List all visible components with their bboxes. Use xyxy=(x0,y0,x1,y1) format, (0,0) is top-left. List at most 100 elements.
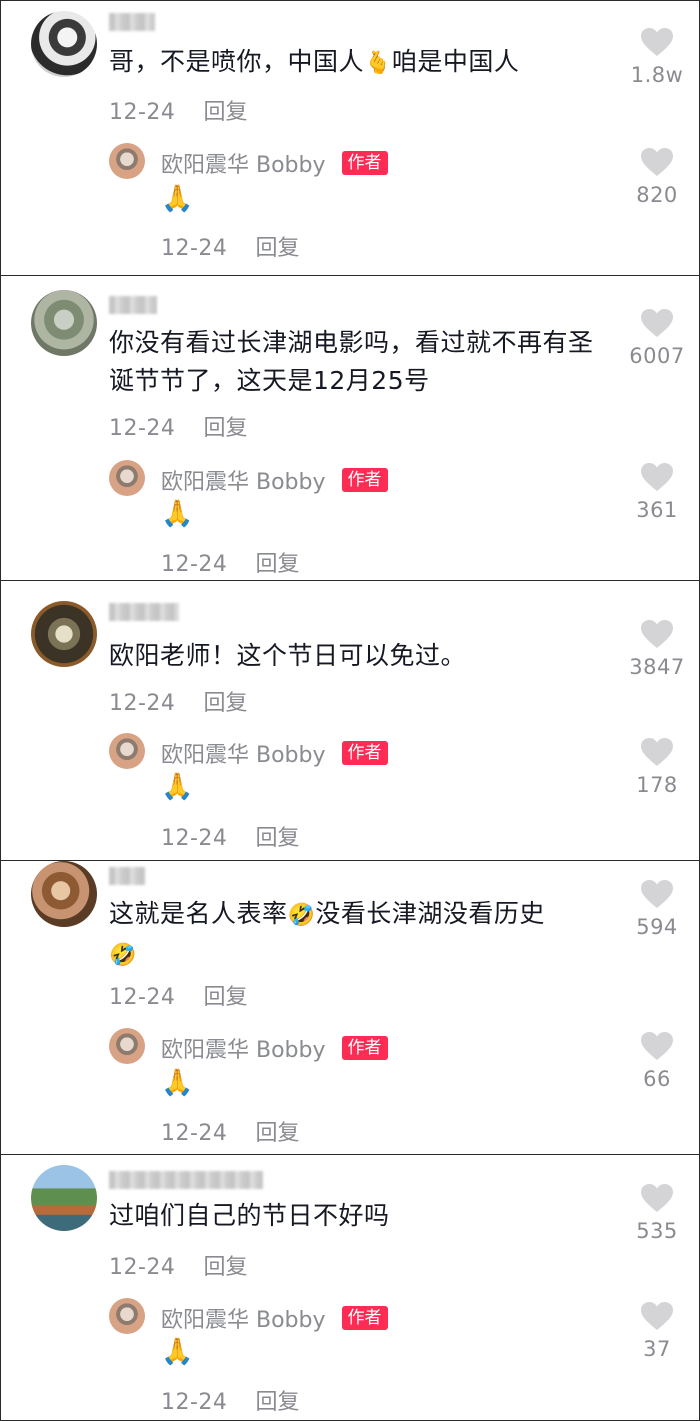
comment-text: 欧阳老师！这个节日可以免过。 xyxy=(109,641,467,670)
comment-meta: 12-24 回复 xyxy=(109,685,247,717)
heart-icon xyxy=(641,1302,673,1330)
avatar[interactable] xyxy=(31,1165,97,1231)
heart-icon xyxy=(641,148,673,176)
comment-date: 12-24 xyxy=(109,100,176,125)
reply-date: 12-24 xyxy=(161,236,228,261)
like-button[interactable]: 535 xyxy=(621,1183,693,1243)
reply-button[interactable]: 回复 xyxy=(203,94,247,126)
username[interactable] xyxy=(109,13,155,31)
heart-icon xyxy=(641,1184,673,1212)
pray-emoji-icon: 🙏 xyxy=(161,1068,194,1098)
author-name[interactable]: 欧阳震华 Bobby xyxy=(161,1032,326,1064)
like-button[interactable]: 178 xyxy=(621,737,693,797)
like-button[interactable]: 66 xyxy=(621,1031,693,1091)
comment-date: 12-24 xyxy=(109,691,176,716)
like-count: 594 xyxy=(636,915,678,939)
like-button[interactable]: 820 xyxy=(621,147,693,207)
pray-emoji-icon: 🙏 xyxy=(161,1337,194,1367)
author-badge: 作者 xyxy=(341,468,388,492)
comment-thread: 你没有看过长津湖电影吗，看过就不再有圣诞节节了，这天是12月25号 12-24 回… xyxy=(1,276,700,581)
like-count: 361 xyxy=(636,498,678,522)
pray-emoji-icon: 🙏 xyxy=(161,772,194,802)
reply-button[interactable]: 回复 xyxy=(203,410,247,442)
comment-list: 哥，不是喷你，中国人🫰咱是中国人 12-24 回复 1.8w 欧阳震华 Bobby… xyxy=(0,0,700,1421)
like-button[interactable]: 37 xyxy=(621,1301,693,1361)
comment-text: 你没有看过长津湖电影吗，看过就不再有圣诞节节了，这天是12月25号 xyxy=(109,328,594,395)
reply-meta: 12-24 回复 xyxy=(161,230,299,262)
author-avatar[interactable] xyxy=(109,733,145,769)
like-button[interactable]: 361 xyxy=(621,462,693,522)
reply-date: 12-24 xyxy=(161,1121,228,1146)
comment-thread: 这就是名人表率🤣没看长津湖没看历史 🤣 12-24 回复 594 欧阳震华 Bobb… xyxy=(1,861,700,1155)
pray-emoji-icon: 🙏 xyxy=(161,184,194,214)
heart-icon xyxy=(641,620,673,648)
reply-button[interactable]: 回复 xyxy=(255,546,299,578)
pray-emoji-icon: 🙏 xyxy=(161,499,194,529)
like-count: 66 xyxy=(643,1067,671,1091)
comment-thread: 过咱们自己的节日不好吗 12-24 回复 535 欧阳震华 Bobby 作者 🙏 … xyxy=(1,1155,700,1421)
laugh-emoji-icon: 🤣 xyxy=(109,943,137,968)
comment-thread: 哥，不是喷你，中国人🫰咱是中国人 12-24 回复 1.8w 欧阳震华 Bobby… xyxy=(1,0,700,276)
username[interactable] xyxy=(109,603,179,621)
reply-button[interactable]: 回复 xyxy=(255,1384,299,1416)
author-avatar[interactable] xyxy=(109,1298,145,1334)
comment-text: 这就是名人表率🤣没看长津湖没看历史 🤣 xyxy=(109,899,545,968)
author-name[interactable]: 欧阳震华 Bobby xyxy=(161,1302,326,1334)
like-count: 1.8w xyxy=(630,63,684,87)
author-name[interactable]: 欧阳震华 Bobby xyxy=(161,737,326,769)
comment-date: 12-24 xyxy=(109,1255,176,1280)
reply-button[interactable]: 回复 xyxy=(203,685,247,717)
author-avatar[interactable] xyxy=(109,143,145,179)
reply-button[interactable]: 回复 xyxy=(203,979,247,1011)
avatar[interactable] xyxy=(31,11,97,77)
like-count: 820 xyxy=(636,183,678,207)
reply-meta: 12-24 回复 xyxy=(161,820,299,852)
reply-date: 12-24 xyxy=(161,1390,228,1415)
comment-thread: 欧阳老师！这个节日可以免过。 12-24 回复 3847 欧阳震华 Bobby 作… xyxy=(1,581,700,861)
reply-button[interactable]: 回复 xyxy=(255,1115,299,1147)
comment-meta: 12-24 回复 xyxy=(109,94,247,126)
reply-button[interactable]: 回复 xyxy=(255,230,299,262)
heart-icon xyxy=(641,738,673,766)
username[interactable] xyxy=(109,296,157,314)
reply-button[interactable]: 回复 xyxy=(255,820,299,852)
author-badge: 作者 xyxy=(341,1306,388,1330)
author-name-row: 欧阳震华 Bobby 作者 xyxy=(161,147,388,179)
author-name-row: 欧阳震华 Bobby 作者 xyxy=(161,1032,388,1064)
author-name-row: 欧阳震华 Bobby 作者 xyxy=(161,1302,388,1334)
author-avatar[interactable] xyxy=(109,1028,145,1064)
comment-meta: 12-24 回复 xyxy=(109,1249,247,1281)
like-count: 178 xyxy=(636,773,678,797)
comment-meta: 12-24 回复 xyxy=(109,410,247,442)
comment-text: 过咱们自己的节日不好吗 xyxy=(109,1201,390,1230)
comment-date: 12-24 xyxy=(109,416,176,441)
like-button[interactable]: 594 xyxy=(621,879,693,939)
comment-meta: 12-24 回复 xyxy=(109,979,247,1011)
author-name[interactable]: 欧阳震华 Bobby xyxy=(161,464,326,496)
comment-text: 哥，不是喷你，中国人🫰咱是中国人 xyxy=(109,47,520,76)
comment-date: 12-24 xyxy=(109,985,176,1010)
heart-icon xyxy=(641,1032,673,1060)
reply-meta: 12-24 回复 xyxy=(161,1384,299,1416)
username[interactable] xyxy=(109,867,145,885)
username[interactable] xyxy=(109,1171,263,1189)
like-button[interactable]: 3847 xyxy=(621,619,693,679)
author-badge: 作者 xyxy=(341,151,388,175)
heart-icon xyxy=(641,880,673,908)
author-badge: 作者 xyxy=(341,741,388,765)
heart-icon xyxy=(641,463,673,491)
like-count: 37 xyxy=(643,1337,671,1361)
reply-date: 12-24 xyxy=(161,826,228,851)
avatar[interactable] xyxy=(31,861,97,927)
heart-icon xyxy=(641,309,673,337)
like-button[interactable]: 1.8w xyxy=(621,27,693,87)
laugh-emoji-icon: 🤣 xyxy=(287,903,316,928)
like-button[interactable]: 6007 xyxy=(621,308,693,368)
like-count: 6007 xyxy=(629,344,685,368)
author-name[interactable]: 欧阳震华 Bobby xyxy=(161,147,326,179)
avatar[interactable] xyxy=(31,290,97,356)
avatar[interactable] xyxy=(31,601,97,667)
author-avatar[interactable] xyxy=(109,460,145,496)
reply-button[interactable]: 回复 xyxy=(203,1249,247,1281)
author-name-row: 欧阳震华 Bobby 作者 xyxy=(161,464,388,496)
